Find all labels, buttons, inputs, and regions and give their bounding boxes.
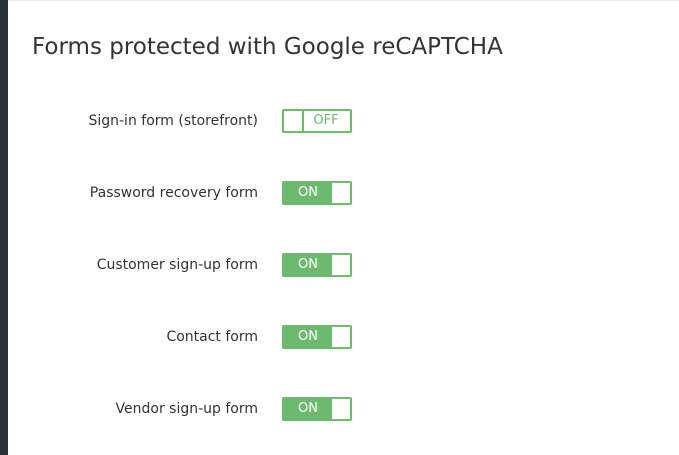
- top-divider: [8, 0, 679, 1]
- section-title: Forms protected with Google reCAPTCHA: [32, 34, 503, 60]
- toggle-state-text: ON: [298, 401, 318, 416]
- toggle-knob: [331, 183, 350, 203]
- toggle-knob: [331, 255, 350, 275]
- toggle-state-text: ON: [298, 185, 318, 200]
- toggle-knob: [331, 399, 350, 419]
- form-label-sign-in: Sign-in form (storefront): [88, 113, 258, 129]
- contact-toggle[interactable]: ON: [282, 325, 352, 349]
- toggle-state-text: ON: [298, 257, 318, 272]
- toggle-knob: [331, 327, 350, 347]
- form-label-customer-sign-up: Customer sign-up form: [96, 257, 258, 273]
- form-row-password-recovery: Password recovery form ON: [8, 181, 408, 205]
- form-row-sign-in: Sign-in form (storefront) OFF: [8, 109, 408, 133]
- password-recovery-toggle[interactable]: ON: [282, 181, 352, 205]
- form-label-vendor-sign-up: Vendor sign-up form: [115, 401, 258, 417]
- form-row-contact: Contact form ON: [8, 325, 408, 349]
- customer-sign-up-toggle[interactable]: ON: [282, 253, 352, 277]
- sidebar-edge: [0, 0, 8, 455]
- form-label-password-recovery: Password recovery form: [89, 185, 258, 201]
- toggle-knob: [284, 111, 304, 131]
- toggle-state-text: OFF: [313, 113, 339, 128]
- form-row-customer-sign-up: Customer sign-up form ON: [8, 253, 408, 277]
- sign-in-toggle[interactable]: OFF: [282, 109, 352, 133]
- vendor-sign-up-toggle[interactable]: ON: [282, 397, 352, 421]
- form-label-contact: Contact form: [166, 329, 258, 345]
- toggle-state-text: ON: [298, 329, 318, 344]
- form-row-vendor-sign-up: Vendor sign-up form ON: [8, 397, 408, 421]
